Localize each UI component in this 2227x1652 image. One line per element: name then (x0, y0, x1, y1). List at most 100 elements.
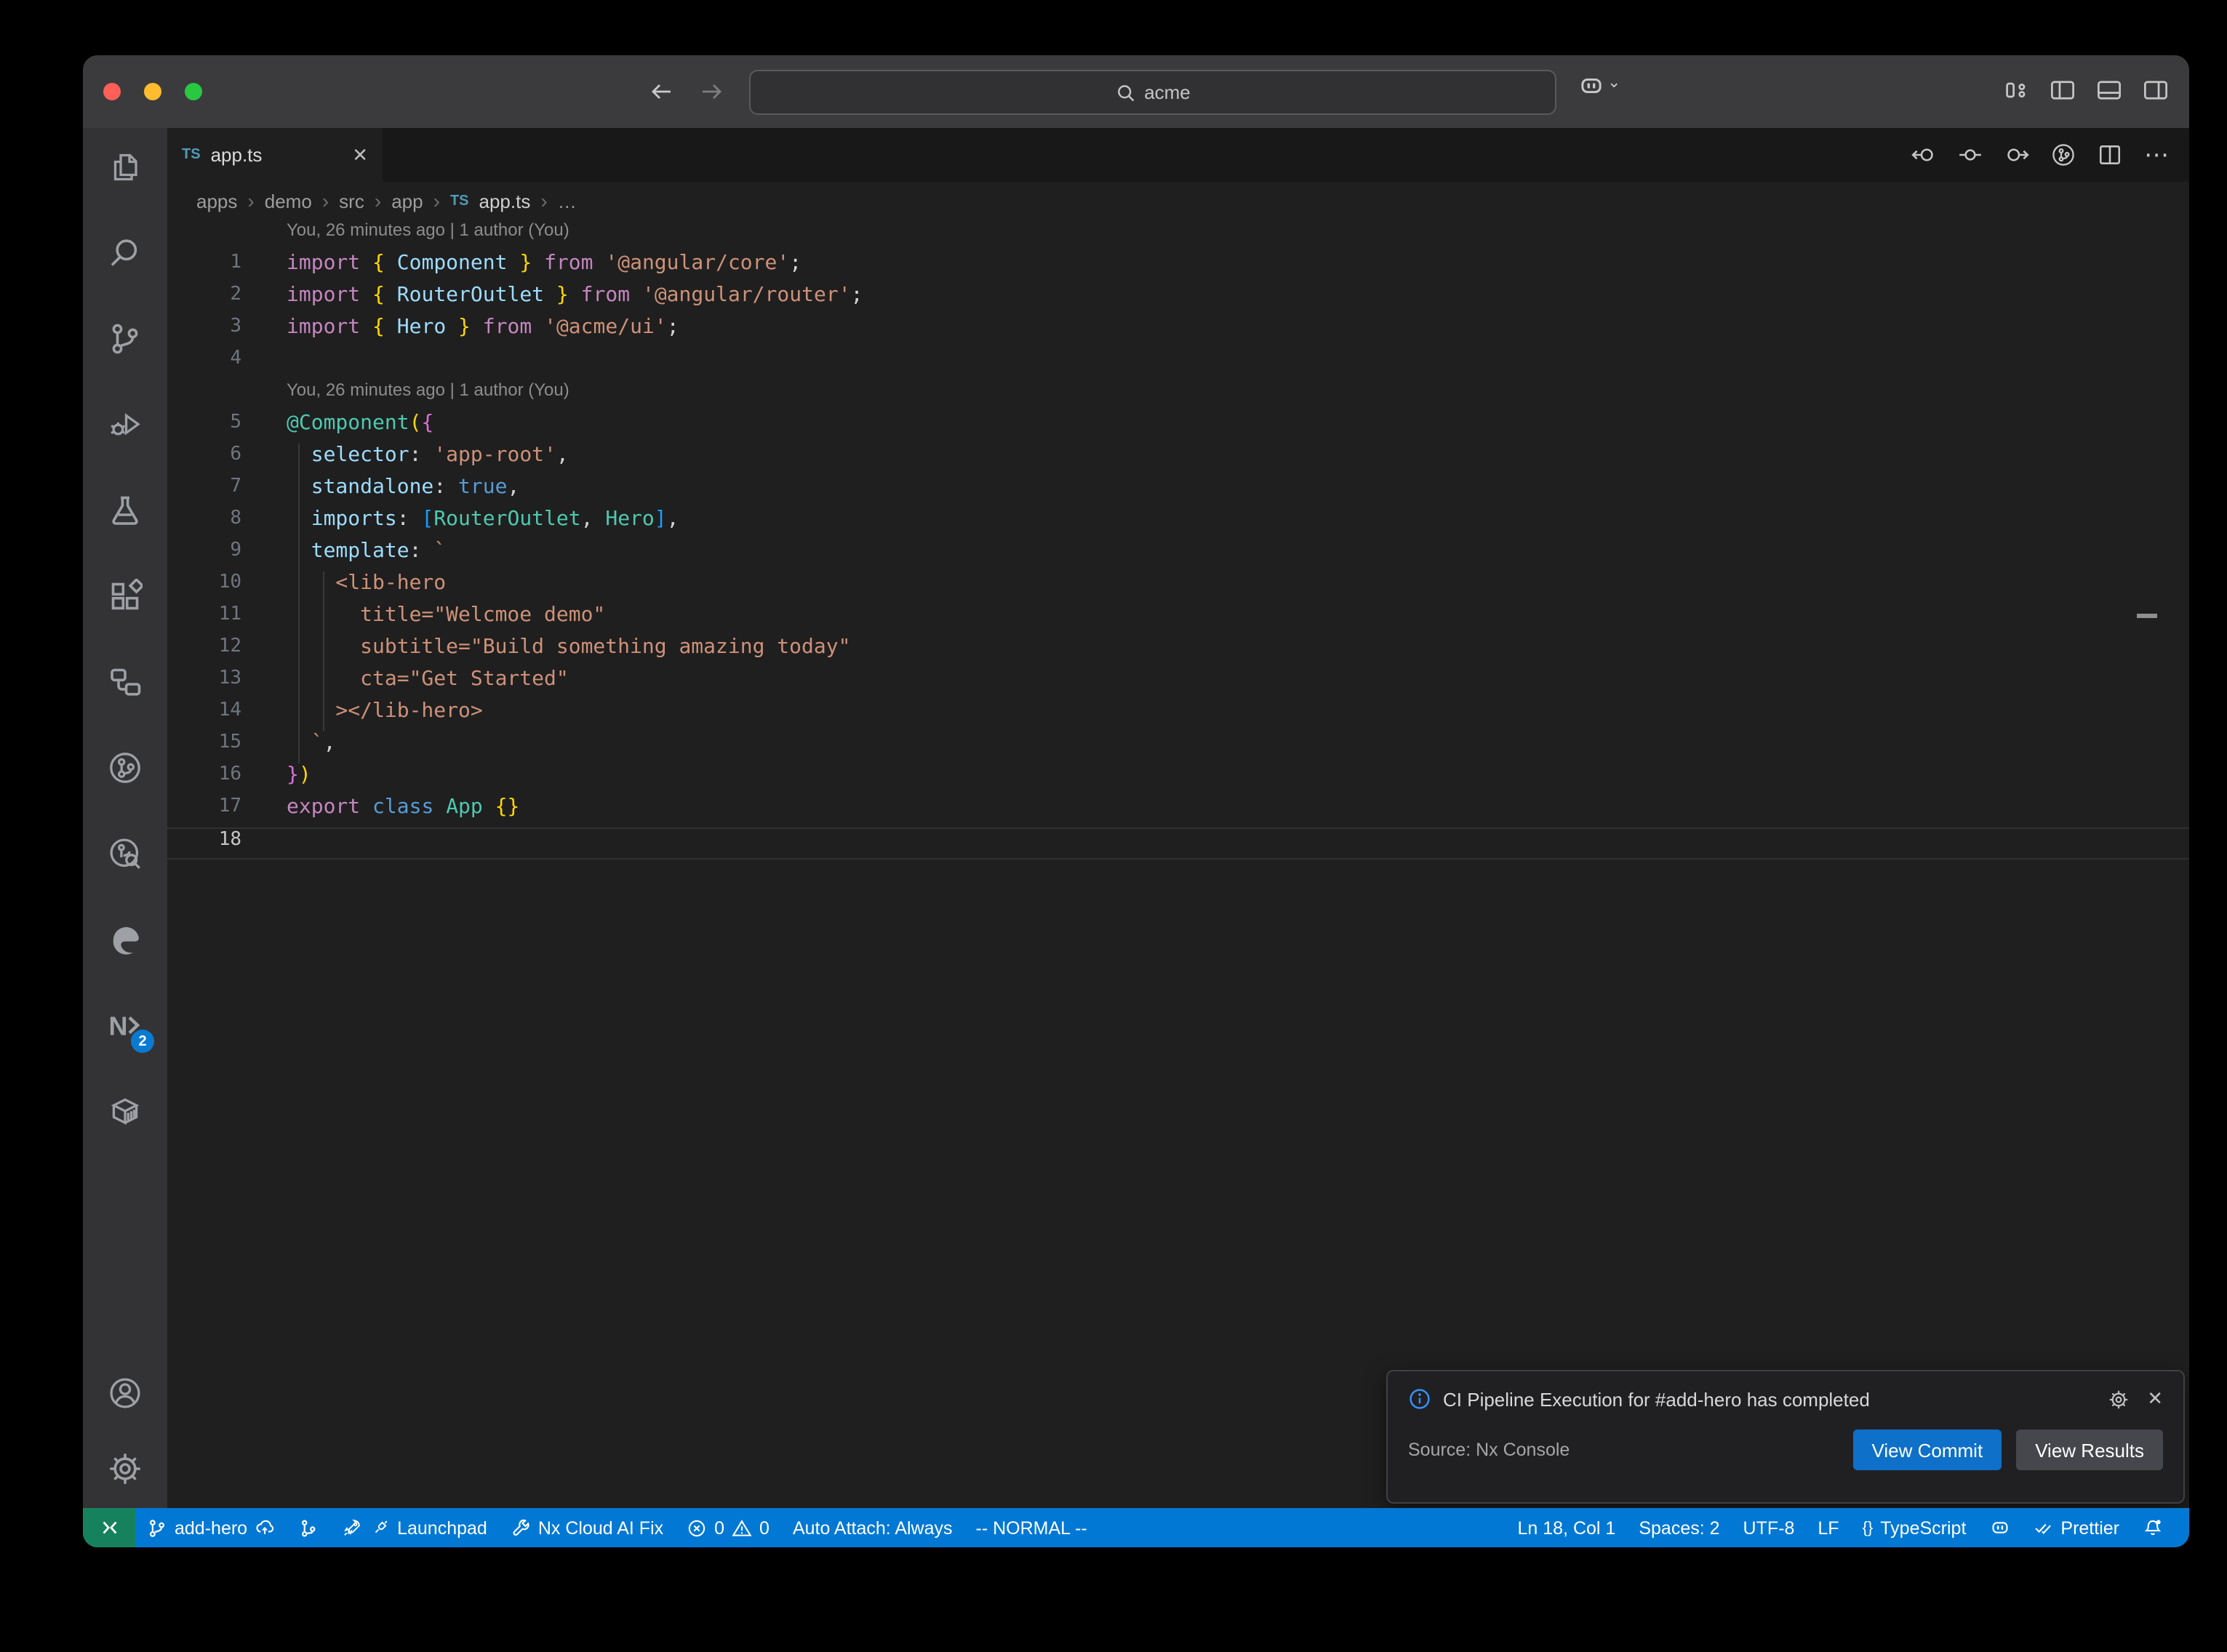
notification-close-icon[interactable]: ✕ (2147, 1387, 2163, 1411)
line-number[interactable]: 8 (167, 508, 241, 540)
navigate-forward-change-icon[interactable] (2004, 143, 2029, 167)
line-number[interactable]: 17 (167, 795, 241, 827)
breadcrumb-folder[interactable]: app (391, 190, 423, 212)
navigate-back-icon[interactable] (644, 74, 679, 109)
edge-devtools-icon[interactable] (106, 921, 144, 958)
line-number[interactable]: 1 (167, 252, 241, 284)
blame-annotation[interactable]: You, 26 minutes ago | 1 author (You) (241, 220, 569, 252)
line-number[interactable]: 18 (167, 829, 241, 858)
explorer-icon[interactable] (106, 148, 144, 186)
status-encoding[interactable]: UTF-8 (1732, 1508, 1807, 1547)
minimize-window-button[interactable] (144, 83, 161, 100)
line-number[interactable]: 3 (167, 316, 241, 348)
customize-layout-icon[interactable] (2003, 77, 2029, 103)
code-row[interactable]: 9 template: ` (167, 540, 2189, 572)
code-row[interactable]: 3import { Hero } from '@acme/ui'; (167, 316, 2189, 348)
code-row[interactable]: 8 imports: [RouterOutlet, Hero], (167, 508, 2189, 540)
status-problems[interactable]: 0 0 (675, 1508, 781, 1547)
settings-gear-icon[interactable] (106, 1450, 144, 1488)
status-formatter[interactable]: Prettier (2021, 1508, 2131, 1547)
references-icon[interactable] (106, 663, 144, 701)
code-row[interactable]: 13 cta="Get Started" (167, 667, 2189, 699)
status-launchpad[interactable]: Launchpad (330, 1508, 499, 1547)
line-number[interactable]: 12 (167, 635, 241, 667)
line-number[interactable]: 9 (167, 540, 241, 572)
source-control-graph-icon[interactable] (2051, 143, 2076, 167)
zoom-window-button[interactable] (185, 83, 202, 100)
extensions-icon[interactable] (106, 577, 144, 615)
status-copilot[interactable] (1978, 1508, 2021, 1547)
search-commits-icon[interactable] (106, 835, 144, 873)
navigate-forward-icon[interactable] (694, 74, 729, 109)
code-row[interactable]: 4 (167, 348, 2189, 380)
code-row[interactable]: 5@Component({ (167, 412, 2189, 444)
blame-annotation-row[interactable]: You, 26 minutes ago | 1 author (You) (167, 220, 2189, 252)
command-center-search[interactable]: acme (749, 70, 1556, 115)
line-number[interactable]: 4 (167, 348, 241, 380)
code-row[interactable]: 7 standalone: true, (167, 476, 2189, 508)
status-eol[interactable]: LF (1806, 1508, 1850, 1547)
accounts-icon[interactable] (106, 1374, 144, 1412)
view-results-button[interactable]: View Results (2016, 1430, 2163, 1470)
line-number[interactable]: 16 (167, 763, 241, 795)
status-cursor-position[interactable]: Ln 18, Col 1 (1506, 1508, 1628, 1547)
line-number[interactable]: 15 (167, 731, 241, 763)
blame-annotation-row[interactable]: You, 26 minutes ago | 1 author (You) (167, 380, 2189, 412)
line-number[interactable] (167, 380, 241, 412)
status-branch[interactable]: add-hero (135, 1508, 287, 1547)
source-control-icon[interactable] (106, 320, 144, 358)
notification-settings-icon[interactable] (2108, 1388, 2130, 1410)
status-auto-attach[interactable]: Auto Attach: Always (781, 1508, 964, 1547)
close-window-button[interactable] (103, 83, 121, 100)
view-commit-button[interactable]: View Commit (1853, 1430, 2002, 1470)
breadcrumb-symbol-more[interactable]: … (558, 190, 577, 212)
remote-indicator[interactable] (83, 1508, 135, 1547)
code-row[interactable]: 10 <lib-hero (167, 572, 2189, 604)
editor[interactable]: You, 26 minutes ago | 1 author (You)1imp… (167, 220, 2189, 1508)
code-row[interactable]: 15 `, (167, 731, 2189, 763)
status-notifications[interactable] (2131, 1508, 2175, 1547)
line-number[interactable]: 10 (167, 572, 241, 604)
status-indentation[interactable]: Spaces: 2 (1627, 1508, 1731, 1547)
code-row[interactable]: 2import { RouterOutlet } from '@angular/… (167, 284, 2189, 316)
tab-app-ts[interactable]: TS app.ts ✕ (167, 128, 383, 182)
line-number[interactable]: 13 (167, 667, 241, 699)
nx-console-icon[interactable]: N 2 (106, 1006, 144, 1044)
breadcrumb-folder[interactable]: apps (196, 190, 237, 212)
breadcrumb-folder[interactable]: demo (265, 190, 312, 212)
code-row[interactable]: 17export class App {} (167, 795, 2189, 827)
more-actions-icon[interactable]: ⋯ (2144, 143, 2169, 167)
code-row[interactable]: 14 ></lib-hero> (167, 699, 2189, 731)
toggle-secondary-sidebar-icon[interactable] (2143, 77, 2169, 103)
split-editor-icon[interactable] (2098, 143, 2122, 167)
blame-annotation[interactable]: You, 26 minutes ago | 1 author (You) (241, 380, 569, 412)
copilot-menu[interactable]: ⌄ (1578, 73, 1620, 99)
testing-icon[interactable] (106, 492, 144, 529)
line-number[interactable]: 2 (167, 284, 241, 316)
navigate-back-change-icon[interactable] (1911, 143, 1936, 167)
status-vim-mode[interactable]: -- NORMAL -- (964, 1508, 1099, 1547)
line-number[interactable]: 6 (167, 444, 241, 476)
breadcrumb-file[interactable]: app.ts (479, 190, 531, 212)
line-number[interactable]: 7 (167, 476, 241, 508)
toggle-primary-sidebar-icon[interactable] (2050, 77, 2076, 103)
line-number[interactable]: 11 (167, 604, 241, 635)
breadcrumb-folder[interactable]: src (339, 190, 364, 212)
containers-icon[interactable] (106, 1092, 144, 1130)
status-commit-graph[interactable] (287, 1508, 330, 1547)
status-nx-cloud-fix[interactable]: Nx Cloud AI Fix (499, 1508, 675, 1547)
run-debug-icon[interactable] (106, 406, 144, 444)
line-number[interactable] (167, 220, 241, 252)
code-row[interactable]: 18 (167, 827, 2189, 859)
git-commit-icon[interactable] (1958, 143, 1983, 167)
commit-graph-icon[interactable] (106, 749, 144, 787)
close-tab-icon[interactable]: ✕ (352, 143, 368, 167)
toggle-panel-icon[interactable] (2096, 77, 2122, 103)
code-row[interactable]: 16}) (167, 763, 2189, 795)
line-number[interactable]: 14 (167, 699, 241, 731)
line-number[interactable]: 5 (167, 412, 241, 444)
code-row[interactable]: 1import { Component } from '@angular/cor… (167, 252, 2189, 284)
code-row[interactable]: 6 selector: 'app-root', (167, 444, 2189, 476)
search-view-icon[interactable] (106, 234, 144, 272)
code-row[interactable]: 11 title="Welcmoe demo" (167, 604, 2189, 635)
